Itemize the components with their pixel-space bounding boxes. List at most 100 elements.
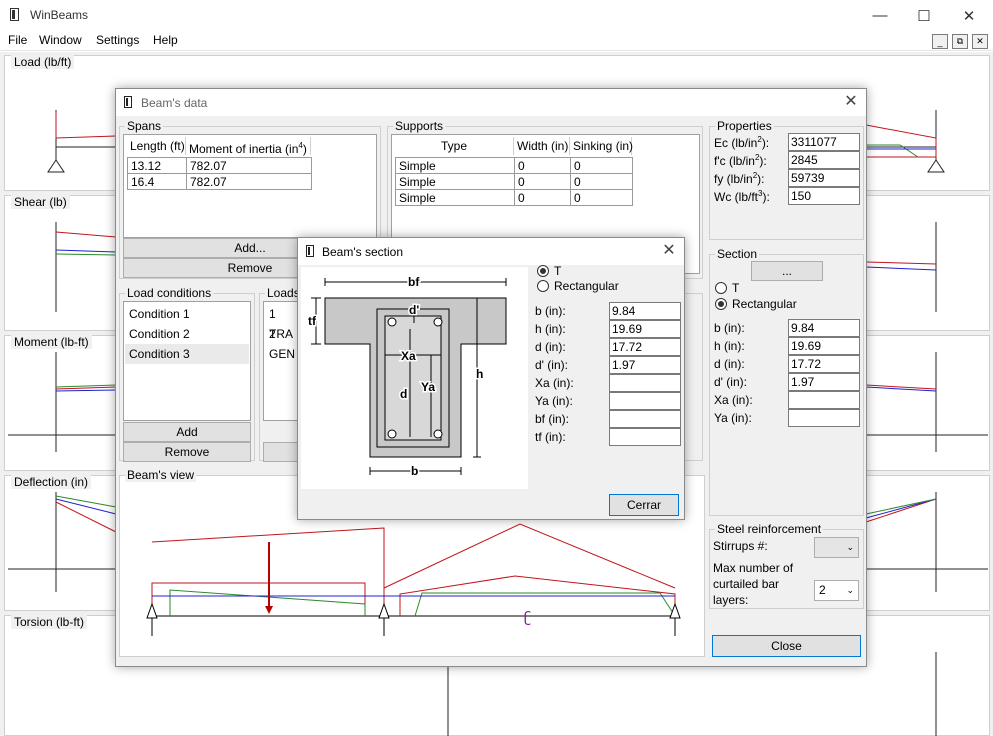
section-dlg-radio-rect[interactable] <box>537 280 549 292</box>
minimize-button[interactable]: — <box>857 0 903 31</box>
ec-label: Ec (lb/in2): <box>714 135 770 150</box>
col-sinking: Sinking (in) <box>570 137 633 155</box>
menu-help[interactable]: Help <box>153 33 178 47</box>
section-close-button[interactable]: Cerrar <box>609 494 679 516</box>
list-item[interactable]: 2 GEN <box>265 324 301 361</box>
load-conditions-group: Load conditions Condition 1 Condition 2 … <box>119 286 255 462</box>
sec-b-field[interactable]: 9.84 <box>788 319 860 337</box>
section-radio-t[interactable] <box>715 282 727 294</box>
beams-data-close-button[interactable]: Close <box>712 635 861 657</box>
supports-caption: Supports <box>393 119 446 133</box>
dlg-bf-field[interactable] <box>609 410 681 428</box>
list-item[interactable]: Condition 2 <box>125 324 249 344</box>
sec-h-field[interactable]: 19.69 <box>788 337 860 355</box>
menu-window[interactable]: Window <box>39 33 82 47</box>
section-rect-label: Rectangular <box>732 297 797 311</box>
dlg-b-label: b (in): <box>535 304 566 318</box>
spans-grid[interactable]: Length (ft) Moment of inertia (in4) 13.1… <box>123 134 377 238</box>
menu-file[interactable]: File <box>8 33 27 47</box>
supports-grid-header: Type Width (in) Sinking (in) <box>395 137 633 155</box>
load-green-left <box>169 589 366 616</box>
close-window-button[interactable]: ✕ <box>946 0 992 31</box>
point-load-head <box>265 606 273 614</box>
sec-xa-label: Xa (in): <box>714 393 753 407</box>
dlg-bf-label: bf (in): <box>535 412 570 426</box>
beams-section-titlebar: Beam's section ✕ <box>298 238 684 265</box>
label-tf: tf <box>308 314 317 328</box>
table-row[interactable]: 13.12 782.07 <box>127 157 312 174</box>
table-row[interactable]: 16.4 782.07 <box>127 173 312 190</box>
stirrups-select[interactable]: ⌄ <box>814 537 859 558</box>
sec-xa-field[interactable] <box>788 391 860 409</box>
app-icon <box>10 8 19 21</box>
wc-label: Wc (lb/ft3): <box>714 189 770 204</box>
dlg-ya-field[interactable] <box>609 392 681 410</box>
beams-data-title: Beam's data <box>141 96 208 110</box>
dialog-icon <box>124 96 132 108</box>
section-radio-rect[interactable] <box>715 298 727 310</box>
dialog-icon <box>306 245 314 257</box>
sec-dprime-field[interactable]: 1.97 <box>788 373 860 391</box>
section-dlg-radio-t[interactable] <box>537 265 549 277</box>
support-icons <box>146 602 681 636</box>
section-edit-button[interactable]: ... <box>751 261 823 281</box>
dlg-dprime-field[interactable]: 1.97 <box>609 356 681 374</box>
spans-caption: Spans <box>125 119 164 133</box>
dlg-xa-field[interactable] <box>609 374 681 392</box>
table-row[interactable]: Simple 0 0 <box>395 157 633 174</box>
label-h: h <box>476 367 483 381</box>
max-layers-value: 2 <box>819 583 826 597</box>
mdi-minimize-button[interactable]: _ <box>932 34 948 49</box>
beams-section-close-icon[interactable]: ✕ <box>659 242 679 260</box>
menu-bar: File Window Settings Help <box>0 31 993 51</box>
conditions-remove-button[interactable]: Remove <box>123 442 251 462</box>
col-inertia: Moment of inertia (in4) <box>186 137 311 156</box>
beams-data-close-icon[interactable]: ✕ <box>841 93 861 111</box>
conditions-add-button[interactable]: Add <box>123 422 251 442</box>
col-length: Length (ft) <box>127 137 186 155</box>
list-item[interactable]: Condition 3 <box>125 344 249 364</box>
section-t-label: T <box>732 281 740 295</box>
table-row[interactable]: Simple 0 0 <box>395 189 633 206</box>
dlg-b-field[interactable]: 9.84 <box>609 302 681 320</box>
dlg-tf-field[interactable] <box>609 428 681 446</box>
fc-field[interactable]: 2845 <box>788 151 860 169</box>
list-item[interactable]: Condition 1 <box>125 304 249 324</box>
fy-field[interactable]: 59739 <box>788 169 860 187</box>
sec-h-label: h (in): <box>714 339 745 353</box>
load-conditions-list[interactable]: Condition 1 Condition 2 Condition 3 <box>123 301 251 421</box>
dlg-d-field[interactable]: 17.72 <box>609 338 681 356</box>
section-dlg-t-label: T <box>554 264 562 278</box>
mdi-close-button[interactable]: ✕ <box>972 34 988 49</box>
dlg-d-label: d (in): <box>535 340 566 354</box>
sec-dprime-label: d' (in): <box>714 375 747 389</box>
steel-caption: Steel reinforcement <box>715 522 824 536</box>
sec-d-label: d (in): <box>714 357 745 371</box>
label-dprime: d' <box>409 303 419 317</box>
ec-field[interactable]: 3311077 <box>788 133 860 151</box>
properties-caption: Properties <box>715 119 774 133</box>
wc-field[interactable]: 150 <box>788 187 860 205</box>
menu-settings[interactable]: Settings <box>96 33 139 47</box>
load-red-left <box>151 582 366 616</box>
sec-ya-field[interactable] <box>788 409 860 427</box>
list-item[interactable]: 1 TRA <box>265 304 301 341</box>
section-group: Section ... T Rectangular b (in): 9.84 h… <box>709 247 864 516</box>
max-layers-select[interactable]: 2 ⌄ <box>814 580 859 601</box>
maximize-button[interactable]: ☐ <box>901 0 947 31</box>
label-b: b <box>411 464 418 478</box>
beams-section-dialog: Beam's section ✕ bf tf d' Xa Ya d h b T … <box>297 237 685 520</box>
sec-d-field[interactable]: 17.72 <box>788 355 860 373</box>
load-conditions-caption: Load conditions <box>125 286 214 300</box>
table-row[interactable]: Simple 0 0 <box>395 173 633 190</box>
fc-label: f'c (lb/in2): <box>714 153 767 168</box>
dlg-h-field[interactable]: 19.69 <box>609 320 681 338</box>
label-xa: Xa <box>401 349 416 363</box>
torsion-icon: ʗ <box>524 610 531 626</box>
dlg-ya-label: Ya (in): <box>535 394 573 408</box>
beams-section-title: Beam's section <box>322 245 403 259</box>
chevron-down-icon: ⌄ <box>846 585 854 595</box>
dlg-dprime-label: d' (in): <box>535 358 568 372</box>
section-diagram: bf tf d' Xa Ya d h b <box>301 267 528 489</box>
mdi-restore-button[interactable]: ⧉ <box>952 34 968 49</box>
